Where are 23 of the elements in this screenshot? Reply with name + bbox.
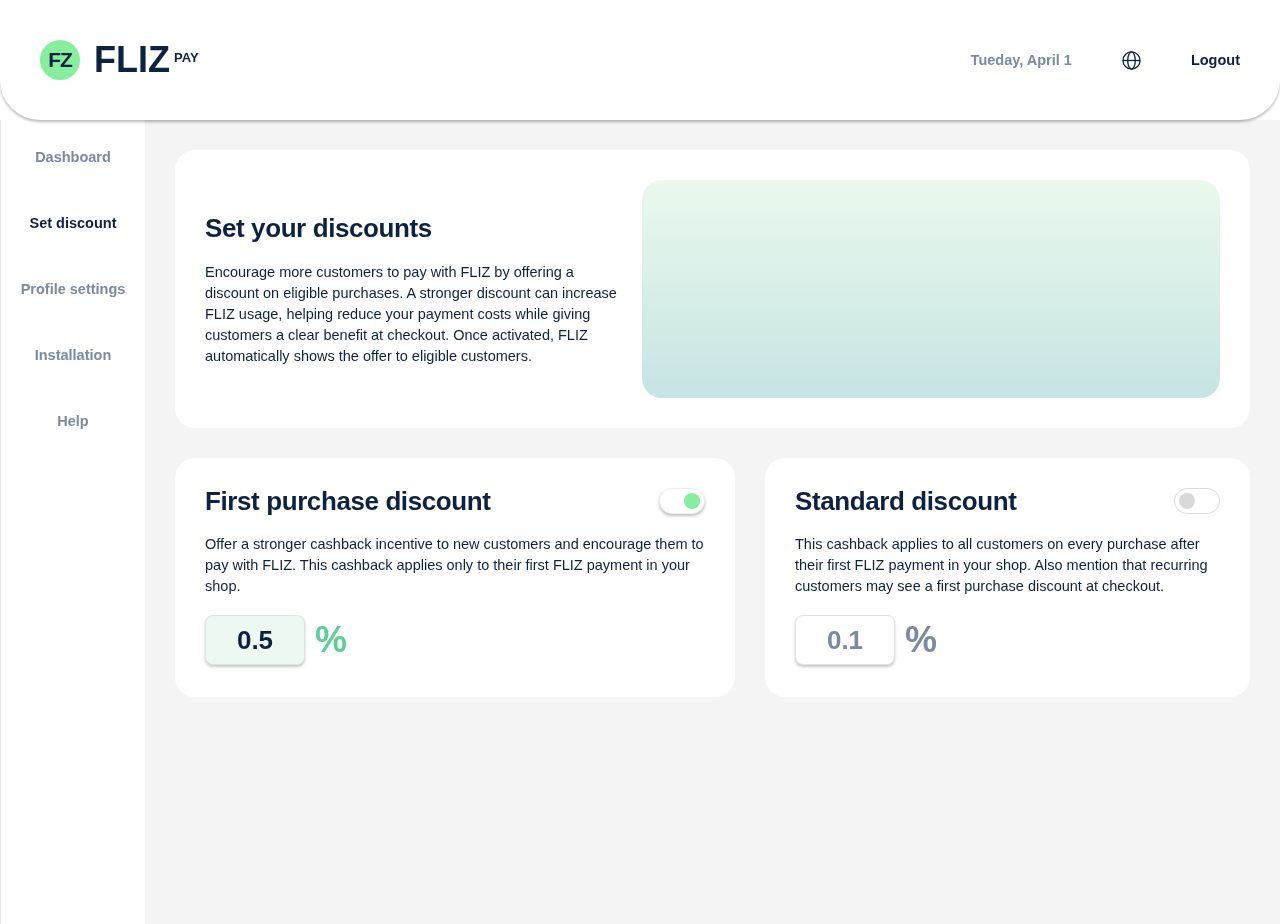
discount-title: First purchase discount: [205, 485, 491, 517]
logo-suffix: PAY: [174, 49, 199, 65]
percent-input[interactable]: 0.1: [795, 615, 895, 665]
toggle-switch[interactable]: [659, 488, 705, 514]
sidebar-item[interactable]: Dashboard: [35, 148, 111, 166]
sidebar-item[interactable]: Set discount: [29, 214, 117, 232]
sidebar-item[interactable]: Help: [57, 412, 89, 430]
logo-wordmark: FLIZ: [94, 42, 170, 78]
logout-link[interactable]: Logout: [1190, 52, 1240, 68]
toggle-switch[interactable]: [1174, 488, 1220, 514]
sidebar-item[interactable]: Profile settings: [20, 280, 126, 298]
logo-mark: FZ: [40, 40, 80, 80]
globe-icon[interactable]: [1121, 50, 1141, 70]
intro-title: Set your discounts: [205, 211, 433, 244]
discount-title: Standard discount: [795, 485, 1017, 517]
discount-description: This cashback applies to all customers on every purchase after their first FLIZ payment in your shop. Also mention that recurring customers may see a first purchase discount at checkout.: [795, 535, 1209, 596]
date-label: Tueday, April 1: [970, 52, 1072, 68]
discount-description: Offer a stronger cashback incentive to new customers and encourage them to pay with FLIZ. This cashback applies only to their first FLIZ payment in your shop.: [205, 535, 705, 596]
intro-text: Encourage more customers to pay with FLIZ by offering a discount on eligible purchases. A stronger discount can increase FLIZ usage, helping reduce your payment costs while giving customers a clear benefit at checkout. Once activated, FLIZ automatically shows the offer to eligible customers.: [205, 262, 618, 366]
percent-sign: %: [315, 619, 347, 661]
sidebar-item[interactable]: Installation: [34, 346, 112, 364]
percent-sign: %: [905, 619, 937, 661]
percent-input[interactable]: 0.5: [205, 615, 305, 665]
